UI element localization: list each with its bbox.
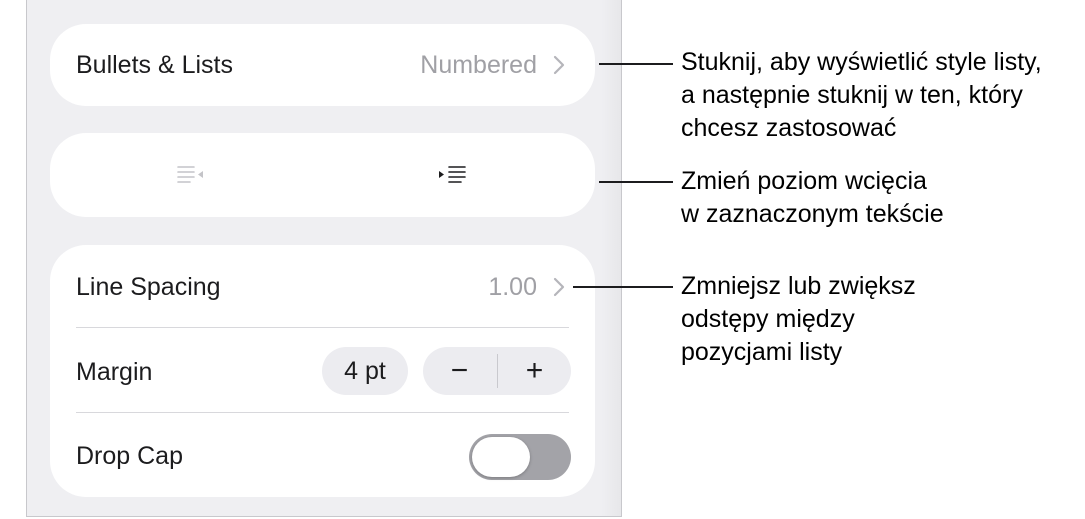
- decrease-indent-button[interactable]: [160, 155, 220, 195]
- increase-indent-button[interactable]: [424, 155, 484, 195]
- margin-label: Margin: [76, 358, 153, 386]
- format-panel: Bullets & Lists Numbered Line Spacing 1.…: [26, 0, 622, 517]
- toggle-knob: [472, 437, 530, 477]
- line-spacing-row[interactable]: Line Spacing 1.00: [50, 245, 595, 328]
- callout-spacing: Zmniejsz lub zwiększ odstępy między pozy…: [681, 272, 916, 366]
- bullets-lists-value: Numbered: [420, 51, 537, 79]
- bullets-lists-row[interactable]: Bullets & Lists Numbered: [50, 24, 595, 106]
- indent-controls: [50, 133, 595, 217]
- chevron-right-icon: [553, 55, 565, 75]
- drop-cap-toggle[interactable]: [469, 434, 571, 480]
- margin-value-field[interactable]: 4 pt: [322, 347, 408, 395]
- callout-line-bullets: [599, 63, 673, 65]
- drop-cap-row: Drop Cap: [50, 413, 595, 497]
- margin-decrease-button[interactable]: −: [423, 347, 496, 395]
- spacing-group: Line Spacing 1.00 Margin 4 pt − + Drop C…: [50, 245, 595, 497]
- margin-increase-button[interactable]: +: [498, 347, 571, 395]
- callout-line-indent: [599, 181, 673, 183]
- margin-stepper: − +: [423, 347, 571, 395]
- line-spacing-label: Line Spacing: [76, 273, 221, 301]
- callout-line-spacing: [573, 286, 673, 288]
- line-spacing-value: 1.00: [488, 273, 537, 301]
- chevron-right-icon: [553, 277, 565, 297]
- screenshot-stage: Bullets & Lists Numbered Line Spacing 1.…: [0, 0, 1085, 519]
- drop-cap-label: Drop Cap: [76, 442, 183, 470]
- margin-row: Margin 4 pt − +: [50, 328, 595, 412]
- outdent-icon: [177, 166, 203, 183]
- callout-bullets: Stuknij, aby wyświetlić style listy, a n…: [681, 48, 1042, 142]
- indent-icon: [439, 166, 466, 183]
- panel-edge-shadow: [601, 0, 621, 516]
- callout-indent: Zmień poziom wcięcia w zaznaczonym tekśc…: [681, 167, 944, 228]
- margin-value: 4 pt: [344, 356, 386, 385]
- bullets-lists-label: Bullets & Lists: [76, 51, 234, 79]
